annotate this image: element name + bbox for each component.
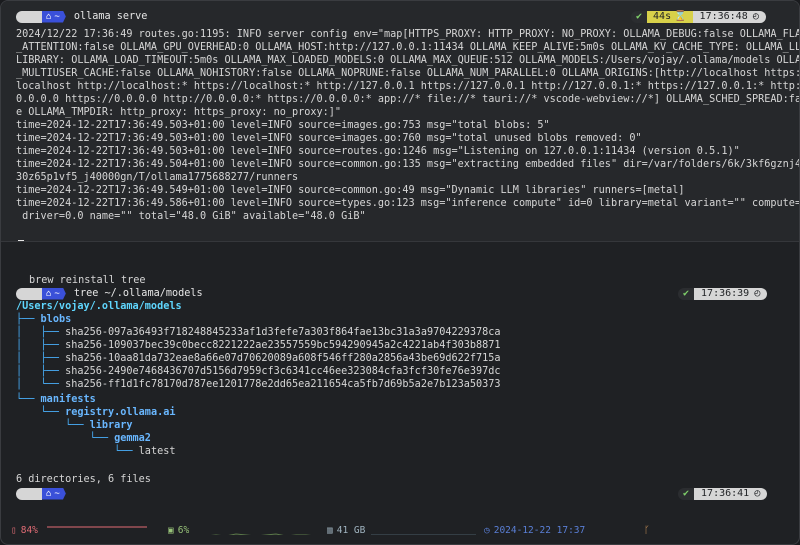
log-line: 30z65p1vf5_j40000gn/T/ollama1775688277/r…	[16, 172, 299, 183]
log-line: time=2024-12-22T17:36:49.504+01:00 level…	[16, 159, 800, 170]
git-branch-icon: ᚴ	[644, 524, 650, 536]
apple-icon	[16, 10, 42, 23]
memory-widget: ▥ 41 GB	[327, 525, 365, 536]
cpu-widget: ▣ 6%	[168, 525, 189, 536]
tree-entry-blob: │ ├── sha256-109037bec39c0becc8221222ae2…	[16, 340, 501, 351]
log-line: time=2024-12-22T17:36:49.503+01:00 level…	[16, 146, 740, 157]
tree-entry-blob: │ ├── sha256-2490e7468436707d5156d7959cf…	[16, 366, 501, 377]
log-line: time=2024-12-22T17:36:49.503+01:00 level…	[16, 120, 550, 131]
tree-summary: 6 directories, 6 files	[16, 474, 151, 485]
home-segment: ⌂ ~	[42, 287, 66, 300]
tree-entry-registry: └── registry.ollama.ai	[16, 407, 176, 418]
right-status: ✔ 17:36:39 ◴	[678, 287, 768, 300]
log-line: 0.0.0.0 https://0.0.0.0 http://0.0.0.0:*…	[16, 94, 800, 105]
time-badge: 17:36:39 ◴	[694, 287, 768, 300]
home-segment: ⌂ ~	[42, 10, 66, 23]
clock-icon: ◴	[752, 11, 759, 22]
clock-icon: ◴	[754, 488, 761, 499]
clock-icon: ◴	[754, 288, 761, 299]
command-text: tree ~/.ollama/models	[73, 288, 203, 299]
tree-root: /Users/vojay/.ollama/models	[16, 301, 182, 312]
log-line: driver=0.0 name="" total="48.0 GiB" avai…	[16, 211, 366, 222]
log-line: e OLLAMA_TMPDIR: http_proxy: https_proxy…	[16, 107, 342, 118]
time-text: 17:36:39	[701, 288, 750, 299]
pane-divider[interactable]	[1, 241, 799, 263]
log-line: _MULTIUSER_CACHE:false OLLAMA_NOHISTORY:…	[16, 68, 800, 79]
time-badge: 17:36:41 ◴	[694, 487, 768, 500]
battery-sparkline	[47, 526, 147, 528]
success-check-icon: ✔	[631, 10, 648, 23]
prompt-segment: ⌂ ~ ollama serve	[16, 10, 147, 23]
cpu-value: 6%	[177, 524, 190, 536]
home-icon: ⌂	[46, 11, 52, 22]
tree-entry-blob: │ └── sha256-ff1d1fc78170d787ee1201778e2…	[16, 379, 501, 390]
prompt-segment: ⌂ ~ tree ~/.ollama/models	[16, 287, 203, 300]
duration-text: 44s	[653, 11, 672, 22]
tree-entry-latest: └── latest	[16, 446, 176, 457]
tree-entry-library: └── library	[16, 420, 133, 431]
cpu-icon: ▣	[168, 524, 174, 536]
log-line: _ATTENTION:false OLLAMA_GPU_OVERHEAD:0 O…	[16, 42, 800, 53]
time-text: 17:36:48	[699, 11, 748, 22]
battery-value: 84%	[20, 524, 38, 536]
memory-sparkline	[371, 534, 476, 535]
home-segment: ⌂ ~	[42, 487, 66, 500]
prompt-path: ~	[54, 11, 60, 22]
log-line: localhost http://localhost:* https://loc…	[16, 81, 800, 92]
time-badge: 17:36:48 ◴	[692, 10, 766, 23]
tree-entry-blobs: ├── blobs	[16, 314, 72, 325]
memory-icon: ▥	[327, 524, 333, 536]
datetime-value: 2024-12-22 17:37	[493, 524, 586, 536]
time-text: 17:36:41	[701, 488, 750, 499]
status-bar: ▯ 84% ▣ 6% ▥ 41 GB ◷ 2024-12-22 17:37 ᚴ	[1, 518, 799, 542]
cpu-sparkline	[210, 533, 312, 535]
datetime-widget: ◷ 2024-12-22 17:37	[484, 525, 585, 536]
right-status: ✔ 44s ⌛ 17:36:48 ◴	[631, 10, 766, 23]
log-line: 2024/12/22 17:36:49 routes.go:1195: INFO…	[16, 29, 800, 40]
top-pane[interactable]: ⌂ ~ ollama serve ✔ 44s ⌛ 17:36:48 ◴ 2024…	[1, 1, 800, 242]
prompt-path: ~	[54, 488, 60, 499]
tree-entry-gemma2: └── gemma2	[16, 433, 151, 444]
success-check-icon: ✔	[678, 287, 695, 300]
apple-icon	[16, 487, 42, 500]
success-check-icon: ✔	[678, 487, 695, 500]
battery-icon: ▯	[11, 524, 17, 536]
log-line: LIBRARY: OLLAMA_LOAD_TIMEOUT:5m0s OLLAMA…	[16, 55, 800, 66]
tree-entry-blob: │ ├── sha256-097a36493f718248845233af1d3…	[16, 327, 501, 338]
command-text: ollama serve	[73, 11, 148, 22]
log-line: time=2024-12-22T17:36:49.549+01:00 level…	[16, 185, 685, 196]
log-line: time=2024-12-22T17:36:49.503+01:00 level…	[16, 133, 642, 144]
apple-icon	[16, 287, 42, 300]
memory-value: 41 GB	[336, 524, 366, 536]
prev-command: brew reinstall tree	[29, 275, 146, 286]
right-status: ✔ 17:36:41 ◴	[678, 487, 768, 500]
calendar-clock-icon: ◷	[484, 524, 490, 536]
tree-entry-manifests: └── manifests	[16, 394, 96, 405]
home-icon: ⌂	[46, 488, 52, 499]
prompt-path: ~	[54, 288, 60, 299]
hourglass-icon: ⌛	[674, 11, 687, 22]
home-icon: ⌂	[46, 288, 52, 299]
battery-widget: ▯ 84%	[11, 525, 38, 536]
log-line: time=2024-12-22T17:36:49.586+01:00 level…	[16, 198, 800, 209]
duration-badge: 44s ⌛	[647, 10, 693, 23]
terminal-window: ⌂ ~ ollama serve ✔ 44s ⌛ 17:36:48 ◴ 2024…	[0, 0, 800, 545]
prompt-segment: ⌂ ~	[16, 487, 66, 500]
tree-entry-blob: │ ├── sha256-10aa81da732eae8a66e07d70620…	[16, 353, 501, 364]
